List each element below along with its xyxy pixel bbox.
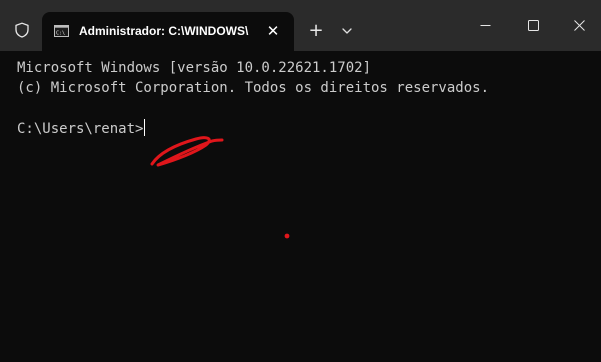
terminal-window: C:\ Administrador: C:\WINDOWS\ ✕ + Micro…: [0, 0, 601, 362]
cmd-icon: C:\: [54, 25, 69, 37]
new-tab-button[interactable]: +: [304, 19, 328, 43]
title-bar[interactable]: C:\ Administrador: C:\WINDOWS\ ✕ +: [0, 0, 601, 51]
chevron-down-icon[interactable]: [337, 19, 357, 43]
version-line: Microsoft Windows [versão 10.0.22621.170…: [17, 60, 372, 76]
svg-text:C:\: C:\: [56, 31, 65, 37]
close-icon: [574, 20, 585, 31]
copyright-line: (c) Microsoft Corporation. Todos os dire…: [17, 80, 490, 96]
terminal-output[interactable]: Microsoft Windows [versão 10.0.22621.170…: [0, 51, 601, 362]
text-cursor: [144, 119, 146, 136]
tab-administrator[interactable]: C:\ Administrador: C:\WINDOWS\ ✕: [42, 12, 294, 51]
maximize-icon: [528, 20, 539, 31]
minimize-icon: [480, 25, 491, 26]
shield-icon: [15, 22, 29, 38]
prompt-text: C:\Users\renat>: [17, 121, 144, 137]
tab-close-button[interactable]: ✕: [262, 20, 284, 42]
close-button[interactable]: [556, 0, 601, 51]
tab-title: Administrador: C:\WINDOWS\: [79, 24, 249, 38]
command-prompt[interactable]: C:\Users\renat>: [17, 119, 146, 138]
minimize-button[interactable]: [462, 0, 508, 51]
maximize-button[interactable]: [510, 0, 556, 51]
